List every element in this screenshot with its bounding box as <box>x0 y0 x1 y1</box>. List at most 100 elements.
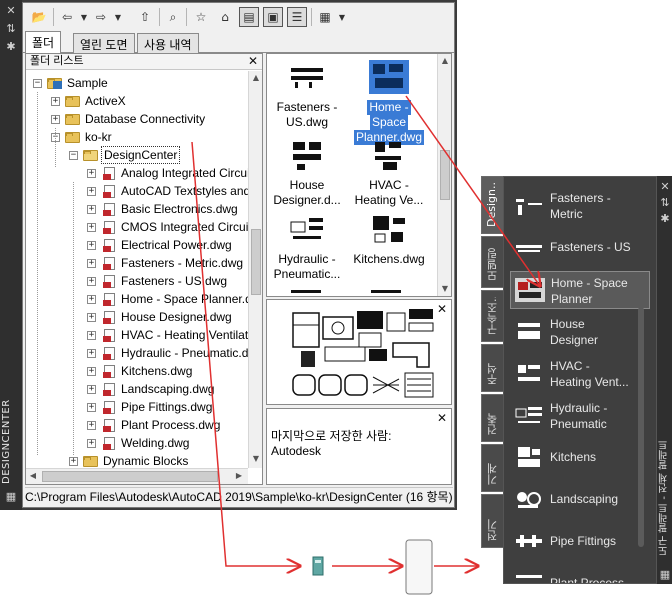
tool-palette-item[interactable]: Fasteners - Metric <box>510 187 650 225</box>
expand-icon[interactable]: + <box>87 367 96 376</box>
views-icon[interactable]: ▦ <box>315 7 335 27</box>
tree-node[interactable]: + Database Connectivity <box>26 110 248 128</box>
tab-folders[interactable]: 폴더 <box>25 31 62 53</box>
expand-icon[interactable]: + <box>51 115 60 124</box>
tool-palette-item[interactable]: Kitchens <box>510 439 650 477</box>
palette-tab[interactable]: 주석 <box>481 344 503 392</box>
close-icon[interactable]: ✕ <box>437 411 447 426</box>
forward-icon[interactable]: ⇨ <box>91 7 111 27</box>
expand-icon[interactable]: + <box>87 295 96 304</box>
content-tile[interactable]: Home - Space Planner.dwg <box>349 60 429 145</box>
collapse-icon[interactable]: − <box>33 79 42 88</box>
tab-history[interactable]: 사용 내역 <box>137 33 199 53</box>
expand-icon[interactable]: + <box>87 169 96 178</box>
expand-icon[interactable]: + <box>87 349 96 358</box>
tree-view-icon[interactable]: ▤ <box>239 7 259 27</box>
tree-node[interactable]: − ko-kr <box>26 128 248 146</box>
tree-node[interactable]: + Electrical Power.dwg <box>26 236 248 254</box>
tree-node[interactable]: + Analog Integrated Circuits.dwg <box>26 164 248 182</box>
tree-vertical-scrollbar[interactable]: ▲ ▼ <box>248 71 262 468</box>
back-dropdown-icon[interactable]: ▼ <box>79 7 89 27</box>
collapse-icon[interactable]: − <box>69 151 78 160</box>
palette-tab[interactable]: 기계 <box>481 444 503 492</box>
close-icon[interactable]: ✕ <box>4 4 18 18</box>
palette-tab[interactable]: 구속조... <box>481 290 503 342</box>
content-tile[interactable]: Fasteners - US.dwg <box>267 60 347 136</box>
tree-node[interactable]: + Welding.dwg <box>26 434 248 452</box>
properties-icon[interactable]: ✱ <box>4 40 18 54</box>
content-vertical-scrollbar[interactable]: ▲ ▼ <box>437 54 451 296</box>
tree-node[interactable]: + Landscaping.dwg <box>26 380 248 398</box>
tool-palette-item[interactable]: Hydraulic - Pneumatic <box>510 397 650 435</box>
tree-node[interactable]: + Plant Process.dwg <box>26 416 248 434</box>
tree-horizontal-scrollbar[interactable]: ◀ ▶ <box>26 468 248 484</box>
expand-icon[interactable]: + <box>51 97 60 106</box>
tree-node[interactable]: + ActiveX <box>26 92 248 110</box>
scroll-thumb[interactable] <box>251 229 261 295</box>
expand-icon[interactable]: + <box>87 313 96 322</box>
tree-node[interactable]: + HVAC - Heating Ventilation.dwg <box>26 326 248 344</box>
autohide-icon[interactable]: ⇅ <box>658 196 672 210</box>
tool-palette-item[interactable]: HVAC - Heating Vent... <box>510 355 650 393</box>
tool-palette-item[interactable]: Plant Process <box>510 565 650 583</box>
palette-tab[interactable]: 전기 <box>481 494 503 548</box>
tool-palette-item[interactable]: Home - Space Planner <box>510 271 650 309</box>
palette-tab[interactable]: Design... <box>481 176 503 234</box>
tool-palette-item[interactable]: Fasteners - US <box>510 229 650 267</box>
content-tile[interactable]: House Designer.d... <box>267 138 347 214</box>
tree-node[interactable]: + AutoCAD Textstyles and Linetypes.dwg <box>26 182 248 200</box>
forward-dropdown-icon[interactable]: ▼ <box>113 7 123 27</box>
tree-node[interactable]: + Fasteners - US.dwg <box>26 272 248 290</box>
close-icon[interactable]: ✕ <box>658 180 672 194</box>
content-tile[interactable]: Hydraulic - Pneumatic... <box>267 212 347 288</box>
folder-tree[interactable]: − Sample + ActiveX + Database Connectivity − ko… <box>26 71 248 468</box>
expand-icon[interactable]: + <box>87 277 96 286</box>
scroll-up-icon[interactable]: ▲ <box>438 54 451 68</box>
description-icon[interactable]: ☰ <box>287 7 307 27</box>
tree-node[interactable]: + Pipe Fittings.dwg <box>26 398 248 416</box>
designcenter-titlebar[interactable]: ✕ ⇅ ✱ DESIGNCENTER ▦ <box>0 0 22 510</box>
open-icon[interactable]: 📂 <box>29 7 49 27</box>
expand-icon[interactable]: + <box>87 439 96 448</box>
expand-icon[interactable]: + <box>87 205 96 214</box>
tree-node[interactable]: + CMOS Integrated Circuits.dwg <box>26 218 248 236</box>
content-palette[interactable]: Fasteners - US.dwg Home - Space Planner.dwg H… <box>266 53 452 297</box>
content-tile[interactable]: HVAC - Heating Ve... <box>349 138 429 214</box>
scroll-thumb[interactable] <box>440 150 450 200</box>
properties-icon[interactable]: ✱ <box>658 212 672 226</box>
tree-node[interactable]: − Sample <box>26 74 248 92</box>
favorites-icon[interactable]: ☆ <box>191 7 211 27</box>
scroll-down-icon[interactable]: ▼ <box>438 282 451 296</box>
expand-icon[interactable]: + <box>87 241 96 250</box>
expand-icon[interactable]: + <box>69 457 78 466</box>
tree-node[interactable]: + Basic Electronics.dwg <box>26 200 248 218</box>
close-icon[interactable]: ✕ <box>248 54 258 69</box>
preview-icon[interactable]: ▣ <box>263 7 283 27</box>
search-icon[interactable]: ⌕ <box>163 7 183 27</box>
expand-icon[interactable]: + <box>87 223 96 232</box>
scroll-thumb[interactable] <box>42 471 218 482</box>
tree-node[interactable]: + Hydraulic - Pneumatic.dwg <box>26 344 248 362</box>
views-dropdown-icon[interactable]: ▼ <box>337 7 347 27</box>
tool-palette-item[interactable]: Landscaping <box>510 481 650 519</box>
expand-icon[interactable]: + <box>87 187 96 196</box>
home-icon[interactable]: ⌂ <box>215 7 235 27</box>
tree-node[interactable]: + Dynamic Blocks <box>26 452 248 468</box>
up-icon[interactable]: ⇧ <box>135 7 155 27</box>
tool-palette-item[interactable]: House Designer <box>510 313 650 351</box>
tree-node[interactable]: + Fasteners - Metric.dwg <box>26 254 248 272</box>
autohide-icon[interactable]: ⇅ <box>4 22 18 36</box>
back-icon[interactable]: ⇦ <box>57 7 77 27</box>
scroll-left-icon[interactable]: ◀ <box>26 469 40 483</box>
scroll-up-icon[interactable]: ▲ <box>249 71 263 85</box>
expand-icon[interactable]: + <box>87 421 96 430</box>
tree-node[interactable]: − DesignCenter <box>26 146 248 164</box>
tree-node[interactable]: + House Designer.dwg <box>26 308 248 326</box>
content-tile[interactable]: Kitchens.dwg <box>349 212 429 288</box>
scroll-down-icon[interactable]: ▼ <box>249 452 263 466</box>
scroll-right-icon[interactable]: ▶ <box>232 469 246 483</box>
tool-palettes-titlebar[interactable]: ✕ ⇅ ✱ 도구 팔레트 - 전체 팔레트 ▦ <box>657 176 672 584</box>
palette-tab[interactable]: 건축 <box>481 394 503 442</box>
palette-tab[interactable]: 모델링 <box>481 236 503 288</box>
tree-node[interactable]: + Home - Space Planner.dwg <box>26 290 248 308</box>
